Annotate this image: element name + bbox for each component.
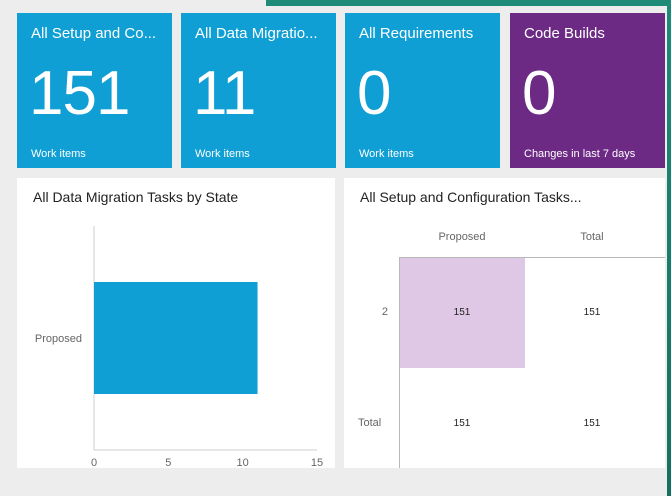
- bar-proposed[interactable]: [94, 282, 258, 394]
- pivot-table-panel[interactable]: All Setup and Configuration Tasks... Pro…: [344, 178, 665, 468]
- pivot-header-divider: [399, 257, 665, 258]
- tile-subtitle: Work items: [195, 148, 250, 160]
- tile-count: 0: [522, 59, 556, 128]
- x-tick-label: 5: [165, 457, 171, 468]
- tile-data-migration[interactable]: All Data Migratio... 11 Work items: [181, 13, 336, 168]
- tile-title: All Data Migratio...: [195, 25, 318, 42]
- y-category-label: Proposed: [35, 333, 82, 345]
- bar-chart: 0 5 10 15 Proposed: [35, 226, 323, 468]
- pivot-row-divider: [399, 257, 400, 468]
- tile-title: All Setup and Co...: [31, 25, 157, 42]
- pivot-cell[interactable]: 151: [529, 418, 655, 429]
- pivot-col-header-total: Total: [580, 231, 604, 243]
- tile-count: 151: [29, 59, 130, 128]
- top-accent-strip: [266, 0, 671, 6]
- pivot-cell[interactable]: 151: [399, 307, 525, 318]
- tile-subtitle: Work items: [359, 148, 414, 160]
- pivot-cell[interactable]: 151: [399, 418, 525, 429]
- tile-title: All Requirements: [359, 25, 474, 42]
- tile-setup-config[interactable]: All Setup and Co... 151 Work items: [17, 13, 172, 168]
- panel-title: All Setup and Configuration Tasks...: [360, 189, 582, 205]
- pivot-row-label-total: Total: [358, 417, 382, 429]
- tile-count: 0: [357, 59, 391, 128]
- bar-chart-panel[interactable]: All Data Migration Tasks by State 0 5 10 15…: [17, 178, 335, 468]
- tile-requirements[interactable]: All Requirements 0 Work items: [345, 13, 500, 168]
- pivot-col-header-proposed: Proposed: [438, 231, 486, 243]
- tile-subtitle: Changes in last 7 days: [524, 148, 636, 160]
- pivot-row-label-2: 2: [381, 306, 388, 318]
- tile-subtitle: Work items: [31, 148, 86, 160]
- x-tick-label: 15: [311, 457, 323, 468]
- tile-title: Code Builds: [524, 25, 605, 42]
- tile-count: 11: [193, 59, 256, 128]
- pivot-cell[interactable]: 151: [529, 307, 655, 318]
- right-accent-strip: [667, 0, 671, 496]
- x-tick-label: 0: [91, 457, 97, 468]
- tile-code-builds[interactable]: Code Builds 0 Changes in last 7 days: [510, 13, 665, 168]
- x-tick-label: 10: [237, 457, 249, 468]
